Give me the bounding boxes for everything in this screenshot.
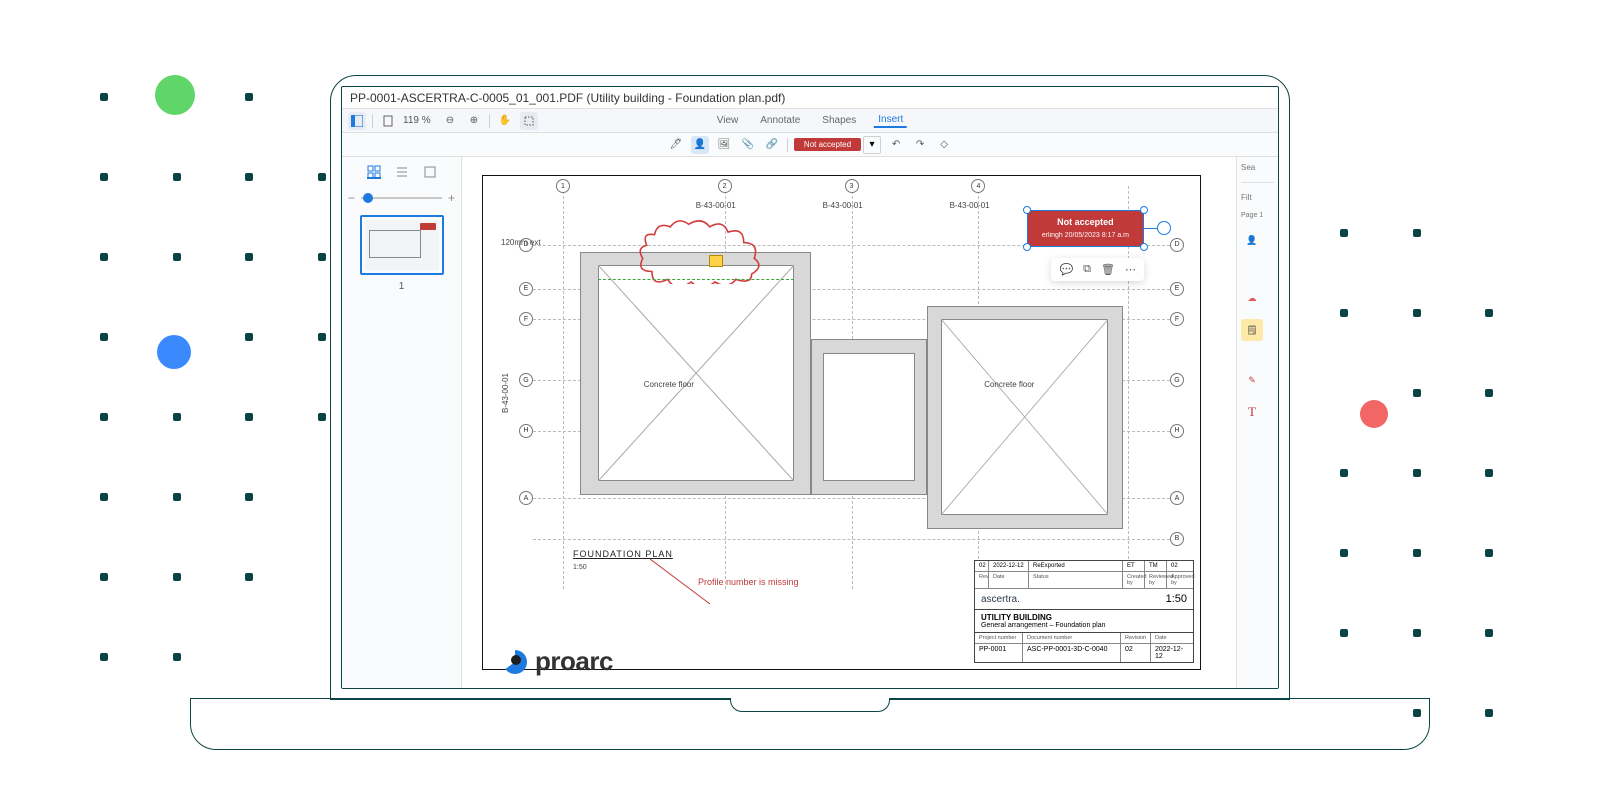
titleblock-title2: General arrangement – Foundation plan bbox=[981, 622, 1187, 629]
grid-row-h: H bbox=[519, 424, 533, 438]
annotations-tab[interactable] bbox=[423, 165, 437, 179]
chevron-down-icon[interactable]: ▾ bbox=[863, 136, 881, 154]
titleblock-brand: ascertra. bbox=[981, 594, 1020, 605]
more-action-icon[interactable]: ⋯ bbox=[1125, 263, 1136, 276]
user-stamp-icon[interactable]: 👤 bbox=[691, 136, 709, 154]
grid-row-f: F bbox=[519, 312, 533, 326]
red-annotation-text: Profile number is missing bbox=[698, 577, 799, 587]
undo-button[interactable]: ↶ bbox=[887, 136, 905, 154]
cloud-tool-icon[interactable]: ☁ bbox=[1241, 287, 1263, 309]
rotate-handle[interactable]: ↻ bbox=[1157, 221, 1171, 235]
zoom-value[interactable]: 119 % bbox=[403, 115, 435, 126]
plan-scale: 1:50 bbox=[573, 564, 587, 571]
thumbnail-tab[interactable] bbox=[367, 165, 381, 179]
note-tool-icon[interactable]: 🗒 bbox=[1241, 319, 1263, 341]
attachment-icon[interactable]: 📎 bbox=[739, 136, 757, 154]
stamp-title: Not accepted bbox=[1042, 217, 1129, 229]
decor-circle-red bbox=[1360, 400, 1388, 428]
link-icon[interactable]: 🔗 bbox=[763, 136, 781, 154]
toolbar-main: 119 % ⊖ ⊕ ✋ View Annotate Shapes Insert bbox=[342, 109, 1278, 133]
tab-shapes[interactable]: Shapes bbox=[818, 115, 860, 126]
right-sidebar: Sea Filt Page 1 👤 ☁ 🗒 ✎ T bbox=[1236, 157, 1278, 688]
grid-col-1: 1 bbox=[556, 179, 570, 193]
floor-label-1: Concrete floor bbox=[644, 380, 694, 389]
user-icon[interactable]: 👤 bbox=[1241, 229, 1263, 251]
stamp-selector[interactable]: Not accepted ▾ bbox=[794, 136, 881, 154]
decor-circle-green bbox=[155, 75, 195, 115]
eraser-icon[interactable]: ◇ bbox=[935, 136, 953, 154]
toolbar-insert: 🖊 👤 🖼 📎 🔗 Not accepted ▾ ↶ ↷ ◇ bbox=[342, 133, 1278, 157]
grid-row-g: G bbox=[519, 373, 533, 387]
tab-insert[interactable]: Insert bbox=[874, 114, 907, 128]
copy-action-icon[interactable]: ⧉ bbox=[1083, 263, 1091, 276]
grid-row-b-r: B bbox=[1170, 532, 1184, 546]
page-indicator: Page 1 bbox=[1241, 212, 1263, 219]
titleblock-title1: UTILITY BUILDING bbox=[981, 613, 1187, 622]
text-tool-icon[interactable]: T bbox=[1241, 401, 1263, 423]
selection-context-toolbar: 💬 ⧉ 🗑 ⋯ bbox=[1051, 258, 1144, 281]
sticky-note-icon[interactable] bbox=[709, 255, 723, 267]
cloud-annotation[interactable] bbox=[621, 218, 783, 286]
page-number: 1 bbox=[399, 281, 405, 292]
tab-annotate[interactable]: Annotate bbox=[756, 115, 804, 126]
decor-circle-blue bbox=[157, 335, 191, 369]
grid-row-a-r: A bbox=[1170, 491, 1184, 505]
window-title: PP-0001-ASCERTRA-C-0005_01_001.PDF (Util… bbox=[342, 87, 1278, 109]
pencil-tool-icon[interactable]: ✎ bbox=[1241, 369, 1263, 391]
dim-label-2: B-43-00-01 bbox=[823, 201, 863, 210]
grid-col-4: 4 bbox=[971, 179, 985, 193]
side-note-2: B-43-00-01 bbox=[501, 373, 510, 413]
proarc-logo-mark bbox=[503, 650, 527, 674]
grid-row-f-r: F bbox=[1170, 312, 1184, 326]
laptop-frame: PP-0001-ASCERTRA-C-0005_01_001.PDF (Util… bbox=[330, 75, 1290, 700]
dim-label-1: B-43-00-01 bbox=[696, 201, 736, 210]
laptop-base bbox=[190, 698, 1430, 750]
floor-label-2: Concrete floor bbox=[984, 380, 1034, 389]
dashed-line bbox=[598, 279, 794, 280]
drawing-title-block: 02 2022-12-12 ReExported ET TM 02 Rev Da… bbox=[974, 560, 1194, 663]
grid-row-d-r: D bbox=[1170, 238, 1184, 252]
grid-row-a: A bbox=[519, 491, 533, 505]
stamp-current-label[interactable]: Not accepted bbox=[794, 138, 861, 151]
placed-stamp[interactable]: ↻ Not accepted erlingh 20/05/2023 8:17 a… bbox=[1027, 210, 1144, 247]
zoom-out-button[interactable]: ⊖ bbox=[441, 112, 459, 130]
stamp-subtitle: erlingh 20/05/2023 8:17 a.m bbox=[1042, 231, 1129, 240]
search-label[interactable]: Sea bbox=[1241, 163, 1255, 172]
tab-view[interactable]: View bbox=[713, 115, 743, 126]
image-insert-icon[interactable]: 🖼 bbox=[715, 136, 733, 154]
stamp-tool-icon[interactable]: 🖊 bbox=[667, 136, 685, 154]
select-tool-button[interactable] bbox=[520, 112, 538, 130]
titleblock-scale: 1:50 bbox=[1166, 593, 1187, 605]
plan-title: FOUNDATION PLAN bbox=[573, 549, 673, 559]
drawing-canvas[interactable]: 1 2 3 4 D E bbox=[462, 157, 1236, 688]
page-thumbnail-1[interactable] bbox=[360, 215, 444, 275]
side-note-1: 120mm ext bbox=[501, 238, 541, 247]
grid-col-2: 2 bbox=[718, 179, 732, 193]
grid-row-h-r: H bbox=[1170, 424, 1184, 438]
mode-tabs: View Annotate Shapes Insert bbox=[713, 109, 907, 132]
grid-row-e: E bbox=[519, 282, 533, 296]
laptop-notch bbox=[730, 698, 890, 712]
proarc-logo: proarc bbox=[503, 646, 613, 677]
grid-col-3: 3 bbox=[845, 179, 859, 193]
comment-action-icon[interactable]: 💬 bbox=[1059, 263, 1073, 276]
redo-button[interactable]: ↷ bbox=[911, 136, 929, 154]
thumbnail-size-slider[interactable]: − + bbox=[348, 191, 455, 205]
grid-row-e-r: E bbox=[1170, 282, 1184, 296]
pan-tool-button[interactable]: ✋ bbox=[496, 112, 514, 130]
dim-label-3: B-43-00-01 bbox=[950, 201, 990, 210]
screen: PP-0001-ASCERTRA-C-0005_01_001.PDF (Util… bbox=[341, 86, 1279, 689]
outline-tab[interactable] bbox=[395, 165, 409, 179]
toggle-sidebar-button[interactable] bbox=[348, 112, 366, 130]
zoom-in-button[interactable]: ⊕ bbox=[465, 112, 483, 130]
delete-action-icon[interactable]: 🗑 bbox=[1101, 263, 1115, 276]
page-icon[interactable] bbox=[379, 112, 397, 130]
grid-row-g-r: G bbox=[1170, 373, 1184, 387]
filter-label[interactable]: Filt bbox=[1241, 193, 1252, 202]
thumbnail-panel: − + 1 bbox=[342, 157, 462, 688]
